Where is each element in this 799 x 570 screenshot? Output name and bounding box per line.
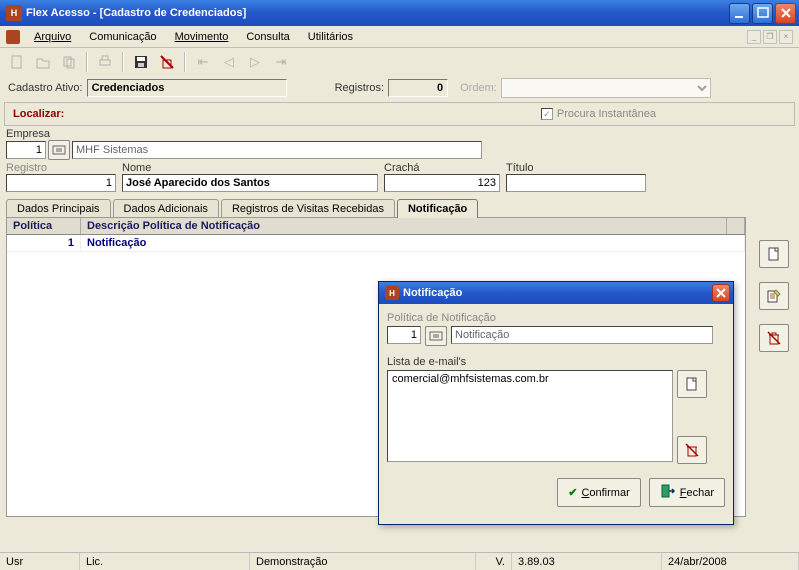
tab-notificacao[interactable]: Notificação — [397, 199, 478, 218]
nome-label: Nome — [122, 162, 378, 174]
grid-row[interactable]: 1 Notificação — [7, 235, 745, 252]
registro-label: Registro — [6, 162, 116, 174]
toolbar-separator — [122, 52, 124, 72]
dlg-email-list[interactable]: comercial@mhfsistemas.com.br — [387, 370, 673, 462]
tb-first-icon: ⇤ — [192, 51, 214, 73]
menu-utilitarios[interactable]: Utilitários — [300, 29, 361, 45]
dlg-add-email-button[interactable] — [677, 370, 707, 398]
nome-input[interactable] — [122, 174, 378, 192]
empresa-name-input — [72, 141, 482, 159]
side-delete-button[interactable] — [759, 324, 789, 352]
dlg-lista-label: Lista de e-mail's — [387, 356, 725, 368]
registros-label: Registros: — [335, 82, 385, 94]
dialog-titlebar: H Notificação — [379, 282, 733, 304]
tabstrip: Dados Principais Dados Adicionais Regist… — [6, 198, 793, 217]
cadastro-ativo-label: Cadastro Ativo: — [8, 82, 83, 94]
procura-label: Procura Instantânea — [557, 108, 656, 120]
window-title: Flex Acesso - [Cadastro de Credenciados] — [26, 7, 729, 19]
menu-movimento[interactable]: Movimento — [167, 29, 237, 45]
status-date: 24/abr/2008 — [662, 553, 799, 570]
app-icon: H — [6, 5, 22, 21]
tb-new-icon — [6, 51, 28, 73]
empresa-label: Empresa — [6, 128, 50, 140]
dlg-politica-lookup-button[interactable] — [425, 326, 447, 346]
cadastro-ativo-value: Credenciados — [87, 79, 287, 97]
tb-prev-icon: ◁ — [218, 51, 240, 73]
tb-next-icon: ▷ — [244, 51, 266, 73]
status-demo: Demonstração — [250, 553, 476, 570]
cracha-input[interactable] — [384, 174, 500, 192]
procura-checkbox[interactable]: ✓ — [541, 108, 553, 120]
app-icon-small — [6, 30, 20, 44]
dialog-notificacao: H Notificação Política de Notificação Li… — [378, 281, 734, 525]
main-titlebar: H Flex Acesso - [Cadastro de Credenciado… — [0, 0, 799, 26]
menu-comunicacao[interactable]: Comunicação — [81, 29, 164, 45]
mdi-close-icon[interactable]: × — [779, 30, 793, 44]
dlg-politica-label: Política de Notificação — [387, 312, 725, 324]
tb-copy-icon — [58, 51, 80, 73]
grid-col-descricao[interactable]: Descrição Política de Notificação — [81, 218, 727, 234]
grid-col-politica[interactable]: Política — [7, 218, 81, 234]
side-edit-button[interactable] — [759, 282, 789, 310]
registros-value: 0 — [388, 79, 448, 97]
grid-header: Política Descrição Política de Notificaç… — [7, 218, 745, 235]
tab-dados-principais[interactable]: Dados Principais — [6, 199, 111, 218]
registro-input[interactable] — [6, 174, 116, 192]
minimize-button[interactable] — [729, 3, 750, 24]
tb-print-icon — [94, 51, 116, 73]
grid-cell-descricao: Notificação — [81, 235, 745, 251]
status-version: 3.89.03 — [512, 553, 662, 570]
check-icon: ✔ — [568, 486, 577, 499]
empresa-id-input[interactable] — [6, 141, 46, 159]
localizar-row: Localizar: ✓ Procura Instantânea — [4, 102, 795, 126]
status-lic: Lic. — [80, 553, 250, 570]
dlg-email-item[interactable]: comercial@mhfsistemas.com.br — [392, 373, 668, 385]
cadastro-row: Cadastro Ativo: Credenciados Registros: … — [0, 76, 799, 100]
dlg-remove-email-button[interactable] — [677, 436, 707, 464]
menubar: Arquivo Comunicação Movimento Consulta U… — [0, 26, 799, 48]
cracha-label: Crachá — [384, 162, 500, 174]
tab-registros-visitas[interactable]: Registros de Visitas Recebidas — [221, 199, 395, 218]
toolbar-separator — [184, 52, 186, 72]
confirmar-button[interactable]: ✔ Confirmar — [557, 478, 641, 507]
dlg-politica-id — [387, 326, 421, 344]
toolbar: ⇤ ◁ ▷ ⇥ — [0, 48, 799, 76]
menu-arquivo[interactable]: Arquivo — [26, 29, 79, 45]
dialog-close-button[interactable] — [712, 284, 730, 302]
titulo-label: Título — [506, 162, 646, 174]
statusbar: Usr Lic. Demonstração V. 3.89.03 24/abr/… — [0, 552, 799, 570]
mdi-window-buttons: _ ❐ × — [747, 30, 793, 44]
titulo-input[interactable] — [506, 174, 646, 192]
dialog-icon: H — [385, 286, 399, 300]
close-button[interactable] — [775, 3, 796, 24]
maximize-button[interactable] — [752, 3, 773, 24]
status-v-label: V. — [476, 553, 512, 570]
tb-delete-icon[interactable] — [156, 51, 178, 73]
dlg-politica-name — [451, 326, 713, 344]
tab-dados-adicionais[interactable]: Dados Adicionais — [113, 199, 219, 218]
tb-open-icon — [32, 51, 54, 73]
menu-consulta[interactable]: Consulta — [238, 29, 297, 45]
ordem-select — [501, 78, 711, 98]
toolbar-separator — [86, 52, 88, 72]
side-new-button[interactable] — [759, 240, 789, 268]
ordem-label: Ordem: — [460, 82, 497, 94]
status-usr: Usr — [0, 553, 80, 570]
localizar-label: Localizar: — [13, 108, 64, 120]
mdi-restore-icon[interactable]: ❐ — [763, 30, 777, 44]
fechar-button[interactable]: Fechar — [649, 478, 725, 507]
side-buttons — [759, 240, 789, 352]
tb-last-icon: ⇥ — [270, 51, 292, 73]
tb-save-icon[interactable] — [130, 51, 152, 73]
grid-cell-politica: 1 — [7, 235, 81, 251]
empresa-lookup-button[interactable] — [48, 140, 70, 160]
door-exit-icon — [660, 483, 676, 502]
dialog-title: Notificação — [403, 287, 712, 299]
mdi-minimize-icon[interactable]: _ — [747, 30, 761, 44]
